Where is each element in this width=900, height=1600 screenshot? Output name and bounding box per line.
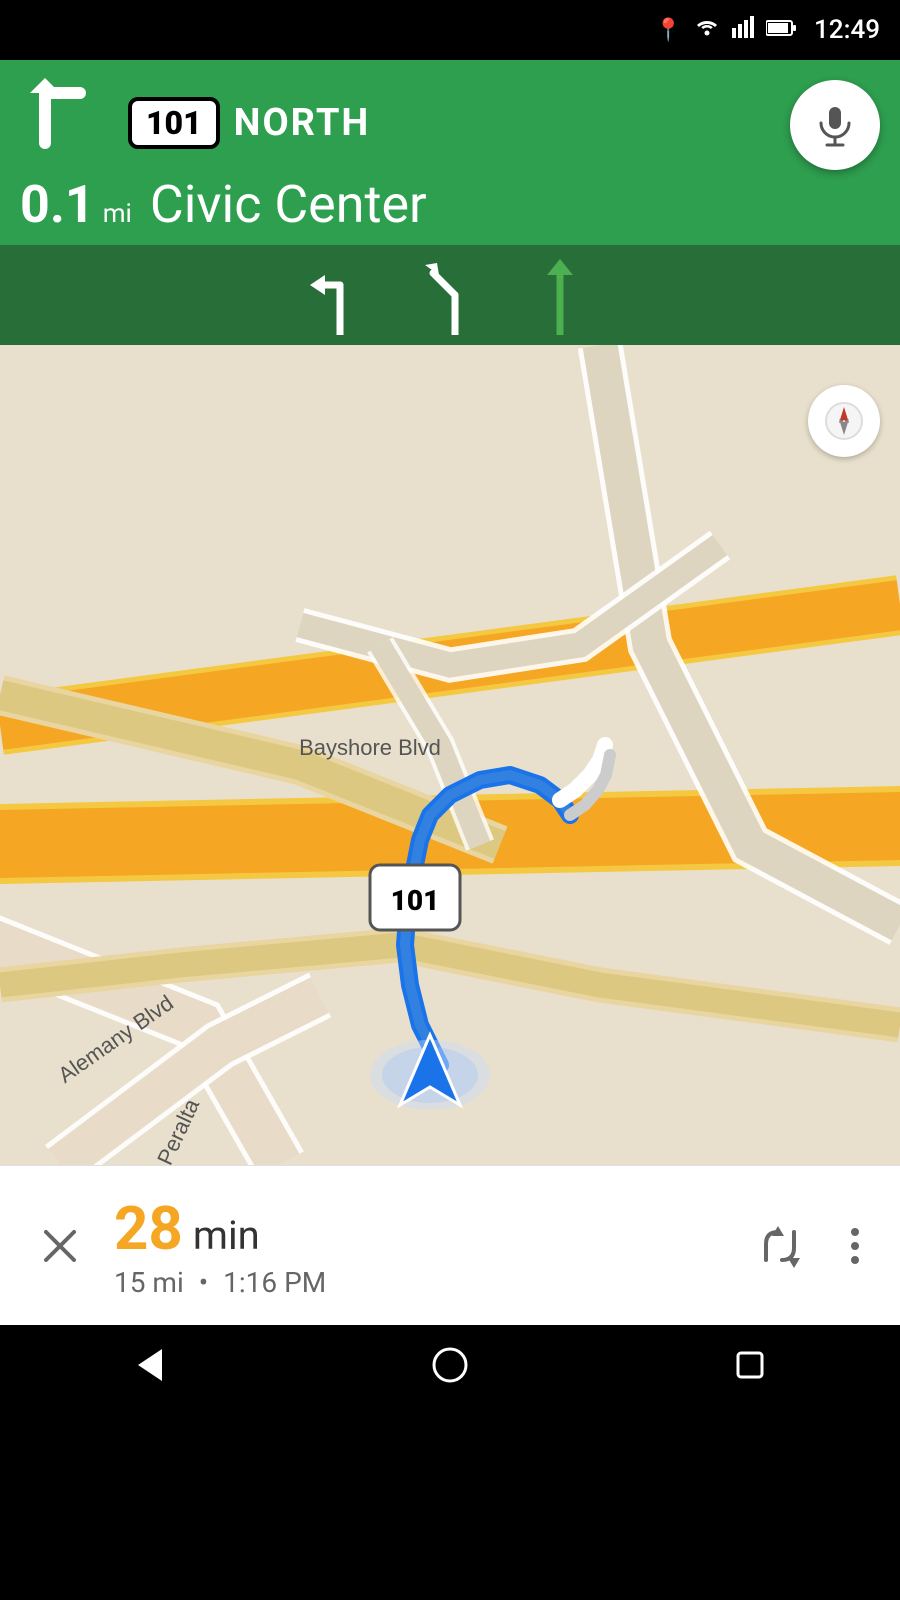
map-svg: 101 Bayshore Blvd Alemany Blvd Peralta [0, 345, 900, 1165]
highway-number: 101 [146, 107, 202, 139]
back-icon [130, 1345, 170, 1385]
back-button[interactable] [130, 1345, 170, 1385]
eta-row: 28 min [114, 1193, 748, 1264]
eta-distance: 15 mi [114, 1266, 184, 1299]
more-icon [850, 1224, 860, 1268]
location-icon: 📍 [655, 18, 682, 43]
close-icon [42, 1228, 78, 1264]
svg-text:Bayshore Blvd: Bayshore Blvd [299, 735, 441, 760]
nav-header: 101 NORTH 0.1 mi Civic Center [0, 60, 900, 245]
distance-value: 0.1 [20, 174, 95, 235]
home-button[interactable] [430, 1345, 470, 1385]
eta-separator: • [199, 1266, 208, 1299]
turn-arrow-icon [20, 78, 110, 168]
highway-badge: 101 NORTH [128, 97, 370, 149]
street-name: Civic Center [150, 174, 427, 235]
status-bar: 📍 12:49 [0, 0, 900, 60]
bottom-actions [748, 1214, 870, 1278]
mic-icon [813, 103, 857, 147]
highway-shield: 101 [128, 97, 220, 149]
svg-text:101: 101 [391, 884, 440, 917]
routes-icon [758, 1224, 802, 1268]
eta-unit: min [193, 1212, 260, 1259]
distance-row: 0.1 mi Civic Center [20, 174, 880, 235]
lane-left-turn-icon [305, 255, 375, 335]
compass-icon [824, 401, 864, 441]
lane-slight-left-icon [415, 255, 485, 335]
distance-unit: mi [103, 199, 132, 229]
eta-minutes: 28 [114, 1193, 183, 1264]
highway-direction: NORTH [234, 101, 371, 145]
recents-button[interactable] [730, 1345, 770, 1385]
battery-icon [766, 18, 796, 43]
signal-icon [732, 16, 754, 44]
mic-button[interactable] [790, 80, 880, 170]
more-options-button[interactable] [840, 1214, 870, 1278]
home-icon [430, 1345, 470, 1385]
status-time: 12:49 [814, 15, 880, 45]
recents-icon [730, 1345, 770, 1385]
lane-guidance-bar [0, 245, 900, 345]
eta-arrival: 1:16 PM [223, 1266, 326, 1299]
lane-straight-icon [525, 255, 595, 335]
bottom-info-bar: 28 min 15 mi • 1:16 PM [0, 1165, 900, 1325]
map-area[interactable]: 101 Bayshore Blvd Alemany Blvd Peralta [0, 345, 900, 1165]
compass-button[interactable] [808, 385, 880, 457]
close-button[interactable] [30, 1216, 90, 1276]
alternate-routes-button[interactable] [748, 1214, 812, 1278]
eta-section: 28 min 15 mi • 1:16 PM [90, 1193, 748, 1299]
wifi-icon [694, 16, 720, 44]
eta-details: 15 mi • 1:16 PM [114, 1266, 748, 1299]
system-nav-bar [0, 1325, 900, 1405]
